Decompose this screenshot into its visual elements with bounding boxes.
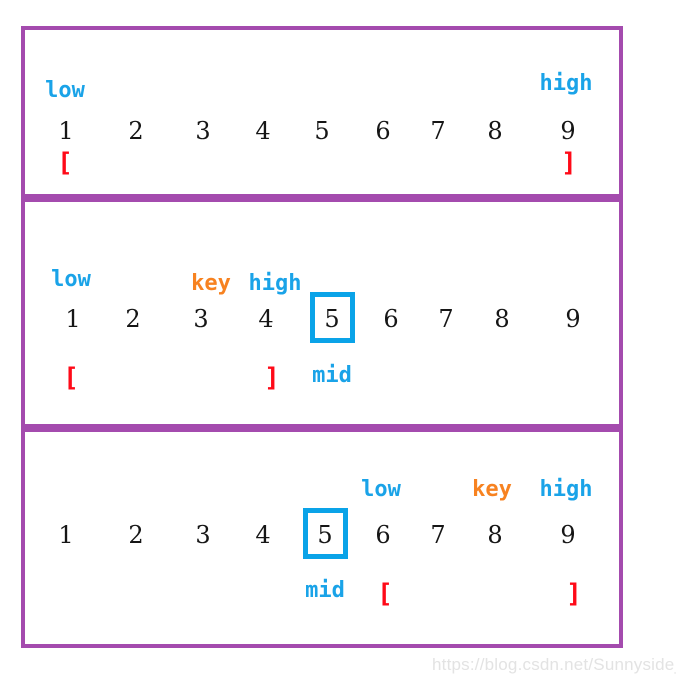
step-2-bracket-open: [ bbox=[63, 363, 79, 393]
step-3-cell-6: 7 bbox=[430, 521, 446, 549]
step-1-cell-1: 2 bbox=[128, 117, 144, 145]
step-2-cell-0: 1 bbox=[65, 305, 81, 333]
step-2-cell-7: 8 bbox=[494, 305, 510, 333]
step-1-cell-8: 9 bbox=[560, 117, 576, 145]
step-1-panel bbox=[21, 26, 623, 198]
step-3-cell-8: 9 bbox=[560, 521, 576, 549]
step-2-cell-1: 2 bbox=[125, 305, 141, 333]
step-3-cell-5: 6 bbox=[375, 521, 391, 549]
step-1-low-label: low bbox=[45, 78, 85, 103]
step-1-cell-7: 8 bbox=[487, 117, 503, 145]
step-2-high-label: high bbox=[248, 271, 302, 296]
step-2-low-label: low bbox=[51, 267, 91, 292]
step-3-cell-0: 1 bbox=[58, 521, 74, 549]
step-1-cell-2: 3 bbox=[195, 117, 211, 145]
step-1-cell-3: 4 bbox=[255, 117, 271, 145]
step-1-high-label: high bbox=[539, 71, 593, 96]
step-2-cell-2: 3 bbox=[193, 305, 209, 333]
step-3-cell-2: 3 bbox=[195, 521, 211, 549]
step-2-mid-label: mid bbox=[312, 363, 352, 388]
step-1-cell-6: 7 bbox=[430, 117, 446, 145]
binary-search-diagram: low high 1 2 3 4 5 6 7 8 9 [ ] low key h… bbox=[0, 0, 676, 679]
step-3-cell-1: 2 bbox=[128, 521, 144, 549]
step-2-bracket-close: ] bbox=[264, 363, 280, 393]
step-1-cell-0: 1 bbox=[58, 117, 74, 145]
step-3-bracket-close: ] bbox=[566, 579, 582, 609]
step-3-high-label: high bbox=[539, 477, 593, 502]
step-2-cell-6: 7 bbox=[438, 305, 454, 333]
step-2-cell-4: 5 bbox=[324, 305, 340, 333]
step-3-cell-7: 8 bbox=[487, 521, 503, 549]
step-2-cell-5: 6 bbox=[383, 305, 399, 333]
step-3-key-label: key bbox=[472, 477, 512, 502]
step-2-cell-3: 4 bbox=[258, 305, 274, 333]
step-2-cell-8: 9 bbox=[565, 305, 581, 333]
step-1-cell-5: 6 bbox=[375, 117, 391, 145]
step-3-mid-label: mid bbox=[305, 578, 345, 603]
step-1-bracket-close: ] bbox=[561, 148, 577, 178]
step-3-bracket-open: [ bbox=[377, 579, 393, 609]
step-1-cell-4: 5 bbox=[314, 117, 330, 145]
step-1-bracket-open: [ bbox=[57, 148, 73, 178]
step-3-cell-3: 4 bbox=[255, 521, 271, 549]
step-3-low-label: low bbox=[361, 477, 401, 502]
watermark: https://blog.csdn.net/Sunnyside_ bbox=[432, 655, 676, 674]
step-3-cell-4: 5 bbox=[317, 521, 333, 549]
